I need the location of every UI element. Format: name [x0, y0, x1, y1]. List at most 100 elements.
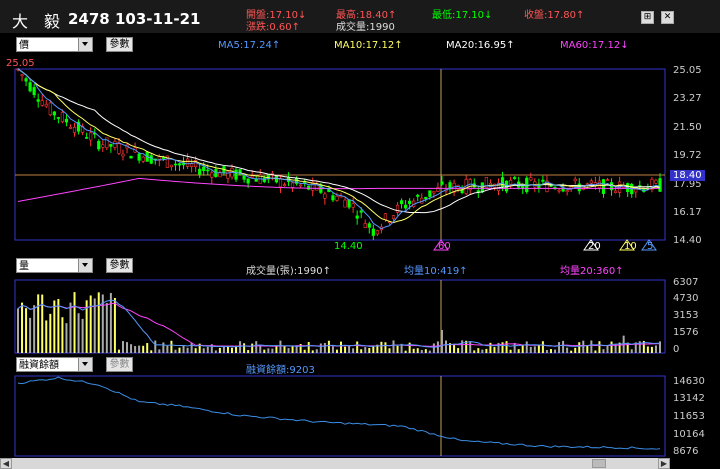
volume-bar	[73, 292, 76, 353]
volume-bar	[105, 303, 108, 353]
current-price-badge: 18.40	[670, 170, 705, 181]
close-icon[interactable]: ✕	[661, 11, 674, 24]
candle-body	[210, 172, 214, 178]
price-chart-frame	[14, 68, 666, 241]
volume-bar	[590, 340, 593, 353]
price-chart[interactable]	[0, 55, 720, 255]
candle-body	[250, 175, 254, 178]
volume-bar	[323, 343, 326, 353]
volume-bar	[384, 342, 387, 353]
volume-tick-0: 6307	[673, 277, 699, 288]
volume-bar	[89, 295, 92, 353]
candle-body	[363, 223, 367, 228]
chevron-down-icon[interactable]	[78, 38, 92, 51]
margin-tick-1: 13142	[673, 393, 705, 404]
volume-bar	[247, 350, 250, 353]
volume-bar	[335, 349, 338, 353]
volume-bar	[554, 349, 557, 353]
chevron-down-icon[interactable]	[78, 259, 92, 272]
price-params-button[interactable]: 參數	[106, 37, 133, 52]
candle-body	[634, 188, 638, 193]
volume-bar	[53, 300, 56, 353]
volume-bar	[315, 349, 318, 353]
marker-60-label: 60	[438, 241, 451, 252]
volume-bar	[45, 320, 48, 353]
volume-bar	[457, 348, 460, 353]
volume-bar	[558, 342, 561, 353]
volume-bar	[529, 346, 532, 353]
volume-bar	[170, 340, 173, 353]
price-min-label: 14.40	[334, 241, 363, 252]
candle-body	[40, 100, 44, 106]
volume-bar	[461, 340, 464, 353]
candle-body	[56, 117, 60, 119]
candle-body	[121, 153, 125, 157]
volume-bar	[432, 343, 435, 353]
candle-body	[549, 185, 553, 187]
candle-body	[198, 168, 202, 175]
volume-bar	[69, 302, 72, 353]
volume-bar	[33, 305, 36, 353]
candle-body	[64, 118, 69, 123]
margin-indicator-value: 融資餘額	[19, 360, 59, 371]
volume-chart-frame	[14, 279, 666, 354]
candle-body	[20, 74, 24, 77]
volume-bar	[150, 350, 153, 353]
volume-bar	[311, 350, 314, 353]
volume-bar	[570, 350, 573, 353]
chevron-down-icon[interactable]	[78, 358, 92, 371]
candle-body	[521, 185, 525, 189]
volume-bar	[263, 349, 266, 353]
price-indicator-select[interactable]: 價	[16, 37, 93, 52]
volume-indicator-select[interactable]: 量	[16, 258, 93, 273]
volume-bar	[541, 341, 544, 353]
horizontal-scrollbar[interactable]	[0, 458, 670, 469]
candle-body	[290, 182, 295, 188]
volume-bar	[477, 348, 480, 353]
volume-bar	[654, 345, 657, 353]
candle-body	[28, 82, 32, 92]
volume-bar	[513, 342, 516, 353]
zoom-icon[interactable]: ⊞	[641, 11, 654, 24]
candle-body	[347, 199, 351, 208]
scroll-thumb[interactable]	[592, 459, 606, 468]
volume-bar	[307, 342, 310, 353]
candle-body	[513, 177, 517, 179]
candle-body	[89, 132, 93, 141]
volume-bar	[545, 349, 548, 353]
volume-bar	[412, 348, 415, 353]
candle-body	[597, 180, 602, 189]
candle-body	[60, 112, 65, 123]
ma10-legend: MA10:17.12↑	[334, 40, 403, 51]
volume-bar	[493, 347, 496, 353]
volume-tick-1: 4730	[673, 293, 699, 304]
volume-bar	[574, 347, 577, 353]
candle-body	[226, 171, 230, 179]
volume-bar	[473, 350, 476, 353]
volume-params-button[interactable]: 參數	[106, 258, 133, 273]
volume-bar	[469, 341, 472, 353]
volume-bar	[509, 349, 512, 353]
candle-body	[190, 163, 194, 167]
candle-body	[589, 180, 593, 184]
margin-params-button[interactable]: 參數	[106, 357, 133, 372]
candle-body	[117, 143, 121, 154]
volume-bar	[505, 341, 508, 353]
scroll-right-icon[interactable]: ▶	[658, 458, 670, 469]
margin-chart[interactable]	[0, 373, 720, 458]
candle-body	[101, 144, 105, 148]
volume-bar	[190, 342, 193, 353]
volume-bar	[222, 346, 225, 353]
candle-body	[351, 203, 355, 208]
candle-body	[246, 178, 250, 184]
margin-indicator-select[interactable]: 融資餘額	[16, 357, 93, 372]
volume-bar	[364, 347, 367, 353]
volume-chart[interactable]	[0, 275, 720, 355]
volume-bar	[578, 342, 581, 353]
volume-bar	[130, 344, 133, 353]
volume-bar	[231, 347, 233, 353]
volume-bar	[360, 349, 363, 353]
scroll-left-icon[interactable]: ◀	[0, 458, 12, 469]
candle-body	[395, 204, 400, 213]
candle-body	[48, 102, 52, 116]
